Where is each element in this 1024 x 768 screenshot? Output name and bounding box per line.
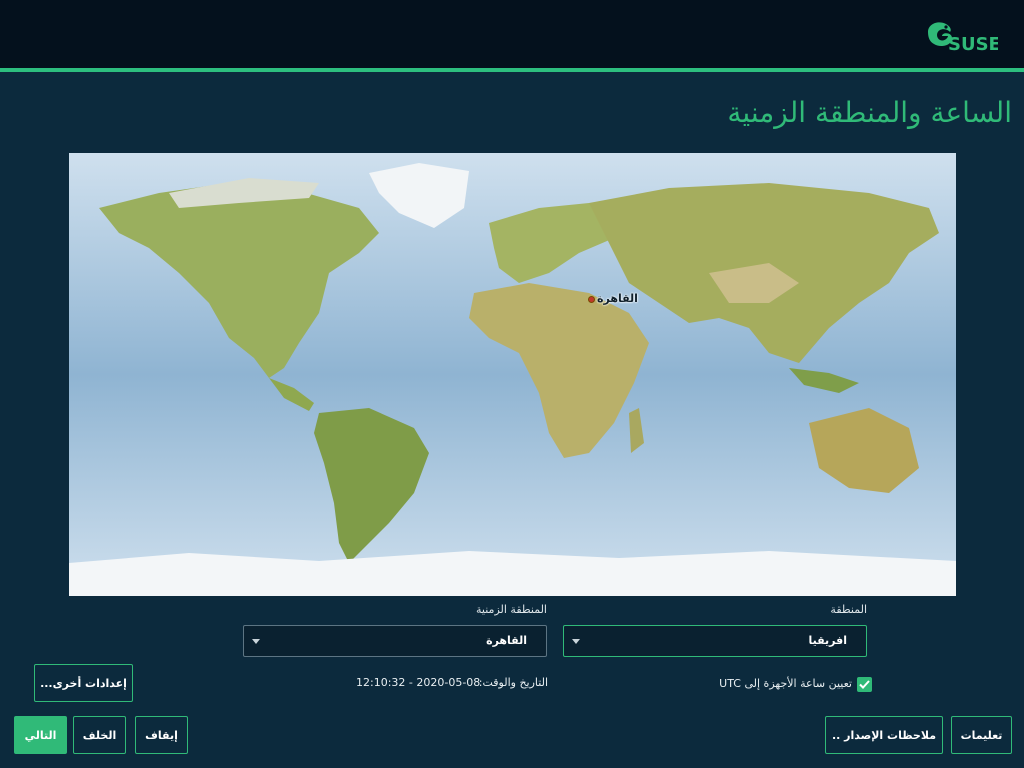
timezone-select[interactable]: القاهرة [243,625,547,657]
other-settings-button[interactable]: إعدادات أخرى... [34,664,133,702]
brand-text: SUSE [948,34,998,55]
timezone-value: القاهرة [486,634,527,647]
datetime-value: 12:10:32 - 2020-05-08 [356,676,481,689]
abort-button[interactable]: إيقاف [135,716,188,754]
release-notes-button[interactable]: ملاحظات الإصدار .. [825,716,943,754]
world-map-graphic [69,153,956,596]
chevron-down-icon [252,639,260,644]
selected-city-label: القاهرة [597,292,638,305]
datetime-label: التاريخ والوقت: [478,676,548,689]
checkmark-icon [859,680,870,689]
back-button[interactable]: الخلف [73,716,126,754]
top-bar: SUSE [0,0,1024,68]
utc-label: تعيين ساعة الأجهزة إلى UTC [719,677,852,690]
antarctica-shape [69,551,956,596]
region-label: المنطقة [830,603,867,616]
utc-checkbox[interactable] [857,677,872,692]
region-select[interactable]: افريقيا [563,625,867,657]
city-marker-icon [588,296,595,303]
page-title: الساعة والمنطقة الزمنية [727,96,1012,129]
suse-logo: SUSE [928,22,998,55]
accent-line [0,68,1024,72]
help-button[interactable]: تعليمات [951,716,1012,754]
region-value: افريقيا [808,634,847,647]
next-button[interactable]: التالي [14,716,67,754]
timezone-label: المنطقة الزمنية [476,603,547,616]
chevron-down-icon [572,639,580,644]
world-map[interactable] [69,153,956,596]
